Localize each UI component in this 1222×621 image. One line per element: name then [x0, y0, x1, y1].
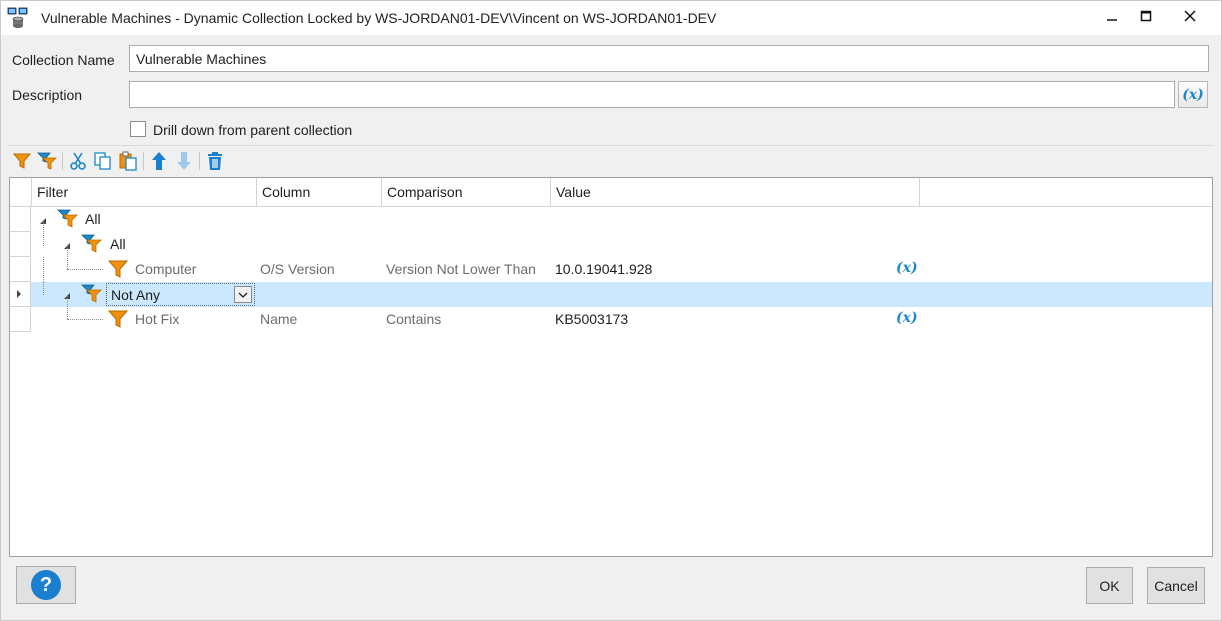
cut-icon: [70, 152, 86, 170]
toolbar-divider: [199, 152, 200, 170]
dropdown-button[interactable]: [234, 286, 252, 303]
filter-row[interactable]: All: [10, 207, 1212, 232]
value-cell: KB5003173: [555, 311, 629, 327]
add-filter-group-icon: [37, 152, 57, 170]
close-button[interactable]: [1167, 1, 1213, 31]
drill-down-checkbox[interactable]: [130, 121, 146, 137]
collection-name-label: Collection Name: [12, 52, 115, 68]
filter-row-selected[interactable]: Not Any: [10, 282, 1212, 307]
move-up-icon: [152, 152, 166, 170]
column-header-value[interactable]: Value: [551, 178, 920, 206]
filter-group-icon: [57, 209, 78, 228]
help-button[interactable]: ?: [16, 566, 76, 604]
tree-connector: [67, 269, 103, 270]
tree-connector: [67, 319, 103, 320]
filter-label: All: [110, 236, 126, 252]
filter-row[interactable]: Hot Fix Name Contains KB5003173 (x): [10, 295, 1212, 332]
filter-label: Hot Fix: [135, 311, 180, 327]
toolbar-divider: [143, 152, 144, 170]
tree-connector: [67, 295, 68, 319]
comparison-value: Version Not Lower Than: [386, 261, 536, 277]
tree-connector: [43, 257, 44, 282]
copy-icon: [94, 152, 111, 170]
dialog-window: Vulnerable Machines - Dynamic Collection…: [0, 0, 1222, 621]
chevron-down-icon: [238, 292, 248, 298]
window-title: Vulnerable Machines - Dynamic Collection…: [41, 10, 717, 26]
description-input[interactable]: [129, 81, 1175, 108]
maximize-icon: [1140, 10, 1152, 22]
minimize-icon: [1107, 19, 1117, 21]
delete-button[interactable]: [204, 150, 226, 172]
row-header[interactable]: [10, 207, 31, 232]
filter-icon: [107, 310, 129, 328]
column-value: Name: [260, 311, 298, 327]
move-down-icon: [177, 152, 191, 170]
group-operator-value: Not Any: [111, 287, 161, 303]
group-operator-dropdown[interactable]: Not Any: [106, 283, 255, 306]
close-icon: [1184, 10, 1196, 22]
value-variable-icon[interactable]: (x): [896, 260, 918, 276]
value-cell: 10.0.19041.928: [555, 261, 653, 277]
add-filter-button[interactable]: [11, 150, 33, 172]
filter-row[interactable]: Computer O/S Version Version Not Lower T…: [10, 245, 1212, 282]
filter-label: All: [85, 211, 101, 227]
tree-connector: [67, 245, 68, 269]
toolbar-separator: [9, 145, 1213, 146]
paste-button[interactable]: [117, 150, 139, 172]
title-bar: Vulnerable Machines - Dynamic Collection…: [1, 1, 1221, 35]
column-header-column[interactable]: Column: [257, 178, 382, 206]
add-filter-group-button[interactable]: [36, 150, 58, 172]
move-up-button[interactable]: [148, 150, 170, 172]
column-value: O/S Version: [260, 261, 335, 277]
filter-group-icon: [81, 284, 102, 303]
filter-label: Computer: [135, 261, 197, 277]
drill-down-label: Drill down from parent collection: [153, 122, 353, 138]
filter-toolbar: [11, 150, 229, 172]
collection-app-icon: [7, 7, 28, 28]
row-header[interactable]: [10, 282, 31, 307]
comparison-value: Contains: [386, 311, 442, 327]
current-row-arrow-icon: [17, 290, 21, 298]
row-header-corner: [10, 178, 32, 206]
row-header[interactable]: [10, 257, 31, 282]
copy-button[interactable]: [92, 150, 114, 172]
filter-row[interactable]: All: [10, 220, 1212, 257]
add-filter-icon: [12, 153, 32, 169]
cancel-button[interactable]: Cancel: [1147, 567, 1205, 604]
filter-icon: [107, 260, 129, 278]
filter-grid: Filter Column Comparison Value All All C…: [9, 177, 1213, 557]
toolbar-divider: [62, 152, 63, 170]
column-header-filter[interactable]: Filter: [32, 178, 257, 206]
description-label: Description: [12, 87, 83, 103]
ok-button[interactable]: OK: [1086, 567, 1133, 604]
column-header-comparison[interactable]: Comparison: [382, 178, 551, 206]
filter-group-icon: [81, 234, 102, 253]
help-icon: ?: [31, 570, 61, 600]
collection-name-input[interactable]: [129, 45, 1209, 72]
paste-icon: [119, 151, 137, 171]
row-header[interactable]: [10, 307, 31, 332]
grid-header: Filter Column Comparison Value: [10, 178, 1212, 207]
tree-connector: [43, 220, 44, 246]
move-down-button[interactable]: [173, 150, 195, 172]
row-header[interactable]: [10, 232, 31, 257]
value-variable-icon[interactable]: (x): [896, 310, 918, 326]
cut-button[interactable]: [67, 150, 89, 172]
maximize-button[interactable]: [1123, 1, 1169, 31]
delete-icon: [208, 152, 222, 170]
description-variable-button[interactable]: (x): [1178, 81, 1208, 108]
tree-connector: [43, 282, 44, 295]
